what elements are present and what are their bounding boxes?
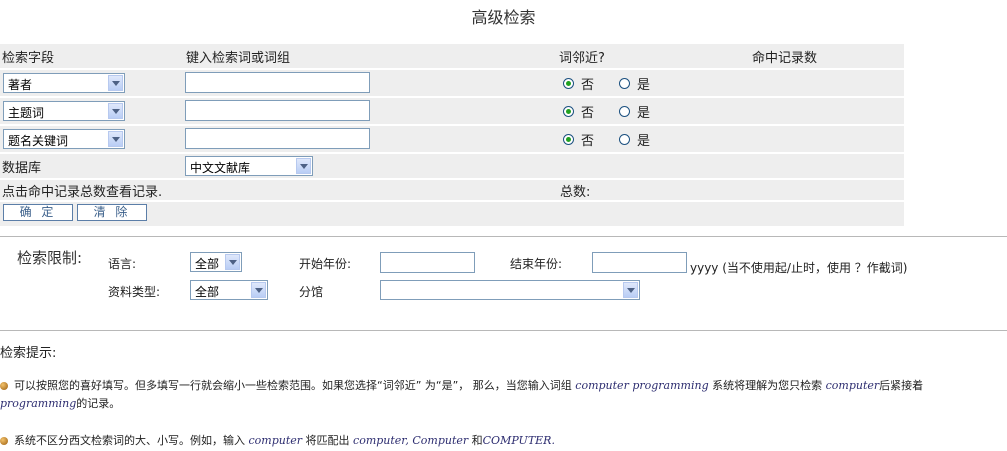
total-label: 总数: — [560, 185, 591, 200]
header-hits: 命中记录数 — [752, 51, 818, 66]
header-field: 检索字段 — [2, 51, 55, 66]
divider — [0, 236, 1007, 237]
tip-text: 系统将理解为您只检索 — [712, 379, 823, 392]
start-year-label: 开始年份: — [299, 257, 352, 271]
page-title: 高级检索 — [471, 8, 536, 27]
tip-text: 和 — [471, 434, 483, 447]
proximity-yes-radio-1[interactable] — [619, 78, 630, 89]
hint-row: 点击命中记录总数查看记录. 总数: — [0, 180, 904, 200]
type-select-value: 全部 — [195, 285, 220, 299]
database-select-value: 中文文献库 — [190, 161, 251, 175]
term-input-3[interactable] — [185, 128, 370, 149]
clear-button[interactable]: 清 除 — [77, 204, 147, 221]
hits-hint: 点击命中记录总数查看记录. — [2, 185, 163, 200]
radio-label: 否 — [581, 134, 595, 149]
divider — [0, 330, 1007, 331]
button-row: 确 定 清 除 — [0, 202, 904, 226]
tip-text: 可以按照您的喜好填写。但多填写一行就会缩小一些检索范围。如果您选择“词邻近” 为… — [14, 379, 572, 392]
chevron-down-icon — [623, 282, 638, 298]
table-row: 题名关键词 否 是 — [0, 126, 904, 152]
tip-text: 后紧接着 — [879, 379, 924, 392]
tip-example: COMPUTER. — [482, 434, 555, 447]
confirm-button[interactable]: 确 定 — [3, 204, 73, 221]
chevron-down-icon — [225, 254, 240, 270]
tip-text: 的记录。 — [76, 397, 121, 410]
radio-label: 是 — [637, 134, 651, 149]
proximity-no-radio-1[interactable] — [563, 78, 574, 89]
database-select[interactable]: 中文文献库 — [185, 156, 313, 176]
table-row: 主题词 否 是 — [0, 98, 904, 124]
tips-heading: 检索提示: — [0, 346, 57, 361]
term-input-2[interactable] — [185, 100, 370, 121]
tip-text: 将匹配出 — [305, 434, 350, 447]
tip-item: 系统不区分西文检索词的大、小写。例如，输入 computer 将匹配出 comp… — [0, 432, 1000, 450]
field-select-value: 主题词 — [8, 106, 45, 120]
tip-example: computer, Computer — [353, 434, 469, 447]
tip-example: programming — [0, 397, 77, 410]
field-select-value: 著者 — [8, 78, 33, 92]
limits-label: 检索限制: — [17, 249, 83, 267]
language-select[interactable]: 全部 — [190, 252, 242, 272]
language-select-value: 全部 — [195, 257, 220, 271]
end-year-input[interactable] — [592, 252, 687, 273]
chevron-down-icon — [108, 131, 123, 147]
database-row: 数据库 中文文献库 — [0, 154, 904, 178]
table-row: 著者 否 是 — [0, 70, 904, 96]
field-select-1[interactable]: 著者 — [3, 73, 125, 93]
branch-label: 分馆 — [299, 285, 324, 299]
end-year-label: 结束年份: — [510, 257, 563, 271]
branch-select[interactable] — [380, 280, 640, 300]
tip-item: 可以按照您的喜好填写。但多填写一行就会缩小一些检索范围。如果您选择“词邻近” 为… — [0, 377, 1000, 413]
radio-label: 是 — [637, 106, 651, 121]
header-term: 键入检索词或词组 — [186, 51, 291, 66]
proximity-no-radio-3[interactable] — [563, 134, 574, 145]
year-format-note: yyyy (当不使用起/止时，使用 ？作截词) — [690, 261, 908, 275]
tip-text: 系统不区分西文检索词的大、小写。例如，输入 — [14, 434, 245, 447]
field-select-3[interactable]: 题名关键词 — [3, 129, 125, 149]
bullet-icon — [0, 382, 8, 390]
chevron-down-icon — [108, 103, 123, 119]
proximity-yes-radio-2[interactable] — [619, 106, 630, 117]
chevron-down-icon — [108, 75, 123, 91]
bullet-icon — [0, 437, 8, 445]
radio-label: 是 — [637, 78, 651, 93]
start-year-input[interactable] — [380, 252, 475, 273]
table-header-row: 检索字段 键入检索词或词组 词邻近? 命中记录数 — [0, 44, 904, 68]
radio-label: 否 — [581, 78, 595, 93]
term-input-1[interactable] — [185, 72, 370, 93]
radio-label: 否 — [581, 106, 595, 121]
language-label: 语言: — [108, 257, 137, 271]
type-label: 资料类型: — [108, 285, 161, 299]
proximity-no-radio-2[interactable] — [563, 106, 574, 117]
tip-example: computer — [825, 379, 880, 392]
chevron-down-icon — [251, 282, 266, 298]
type-select[interactable]: 全部 — [190, 280, 268, 300]
field-select-value: 题名关键词 — [8, 134, 69, 148]
chevron-down-icon — [296, 158, 311, 174]
database-label: 数据库 — [2, 161, 42, 176]
tip-example: computer programming — [575, 379, 709, 392]
field-select-2[interactable]: 主题词 — [3, 101, 125, 121]
tip-example: computer — [248, 434, 303, 447]
header-proximity: 词邻近? — [559, 51, 605, 66]
proximity-yes-radio-3[interactable] — [619, 134, 630, 145]
